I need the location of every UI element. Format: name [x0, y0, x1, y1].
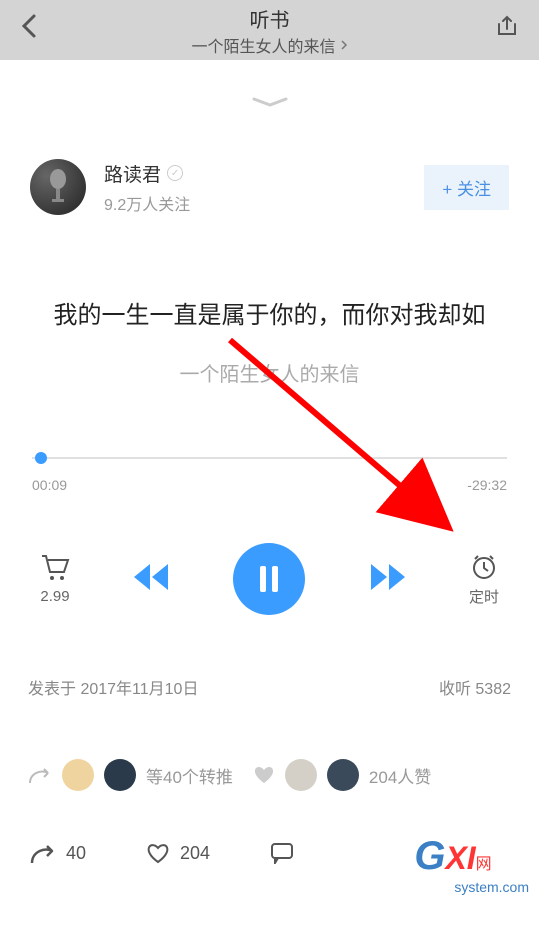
header-center: 听书 一个陌生女人的来信	[191, 4, 347, 57]
progress-thumb[interactable]	[35, 452, 47, 464]
like-count-text: 204人赞	[369, 763, 431, 788]
author-avatar[interactable]	[30, 159, 86, 215]
verified-icon: ✓	[167, 165, 183, 181]
social-row: 等40个转推 204人赞	[0, 759, 539, 791]
header-subtitle-text: 一个陌生女人的来信	[191, 33, 335, 57]
top-header: 听书 一个陌生女人的来信	[0, 0, 539, 60]
comment-icon	[270, 842, 294, 864]
author-row: 路读君 ✓ 9.2万人关注 + 关注	[0, 159, 539, 215]
time-elapsed: 00:09	[32, 477, 67, 493]
author-info: 路读君 ✓ 9.2万人关注	[104, 160, 406, 215]
meta-row: 发表于 2017年11月10日 收听 5382	[0, 675, 539, 699]
like-avatar-1[interactable]	[285, 759, 317, 791]
forward-button[interactable]	[367, 562, 407, 597]
header-subtitle[interactable]: 一个陌生女人的来信	[191, 33, 347, 57]
sheet-handle-icon[interactable]	[0, 95, 539, 109]
repost-arrow-icon[interactable]	[28, 765, 52, 785]
timer-button[interactable]: 定时	[469, 552, 499, 607]
progress-bar[interactable]	[32, 457, 507, 459]
like-count: 204	[180, 843, 210, 864]
author-name-row: 路读君 ✓	[104, 160, 406, 187]
share-action[interactable]: 40	[30, 841, 86, 865]
heart-outline-icon	[146, 842, 170, 864]
follow-button[interactable]: + 关注	[424, 165, 509, 210]
share-arrow-icon	[30, 841, 56, 865]
repost-avatar-1[interactable]	[62, 759, 94, 791]
track-subtitle: 一个陌生女人的来信	[0, 358, 539, 387]
header-title: 听书	[191, 4, 347, 33]
like-avatar-2[interactable]	[327, 759, 359, 791]
listen-count: 收听 5382	[439, 675, 511, 699]
rewind-button[interactable]	[132, 562, 172, 597]
comment-action[interactable]	[270, 842, 294, 864]
rewind-icon	[132, 562, 172, 592]
time-remaining: -29:32	[467, 477, 507, 493]
back-icon[interactable]	[20, 12, 38, 45]
track-title: 我的一生一直是属于你的，而你对我却如	[0, 295, 539, 330]
playback-controls: 2.99 定时	[0, 543, 539, 615]
clock-icon	[470, 552, 498, 580]
pause-icon	[260, 566, 278, 592]
timer-label: 定时	[469, 586, 499, 607]
pause-button[interactable]	[233, 543, 305, 615]
watermark: GXI网 system.com	[414, 834, 529, 897]
time-row: 00:09 -29:32	[32, 477, 507, 493]
chevron-right-icon	[340, 39, 348, 51]
cart-icon	[40, 554, 70, 582]
heart-icon[interactable]	[253, 765, 275, 785]
repost-count-text: 等40个转推	[146, 763, 233, 788]
purchase-button[interactable]: 2.99	[40, 554, 70, 605]
share-count: 40	[66, 843, 86, 864]
price-label: 2.99	[40, 588, 69, 605]
published-date: 发表于 2017年11月10日	[28, 675, 198, 699]
repost-avatar-2[interactable]	[104, 759, 136, 791]
player-sheet: 路读君 ✓ 9.2万人关注 + 关注 我的一生一直是属于你的，而你对我却如 一个…	[0, 75, 539, 925]
microphone-icon	[44, 169, 72, 205]
forward-icon	[367, 562, 407, 592]
share-icon[interactable]	[495, 14, 519, 43]
like-action[interactable]: 204	[146, 842, 210, 864]
progress-area: 00:09 -29:32	[0, 457, 539, 493]
author-name: 路读君	[104, 160, 161, 187]
follower-count: 9.2万人关注	[104, 191, 406, 215]
